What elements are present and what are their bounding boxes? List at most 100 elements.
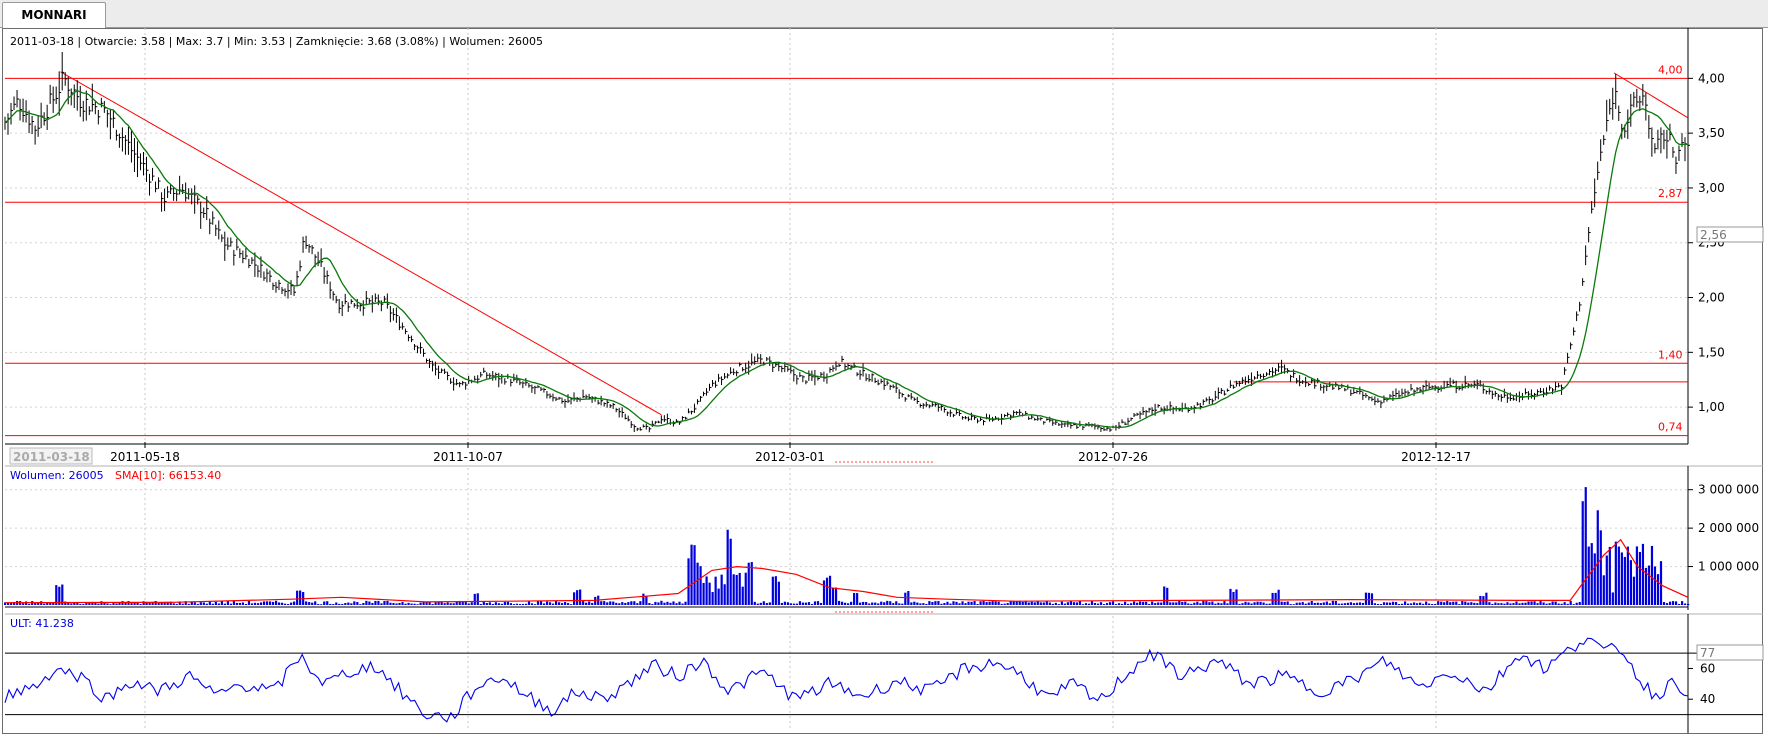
volume-bar <box>681 603 684 605</box>
volume-bar <box>1473 602 1476 605</box>
price-bar <box>802 375 805 383</box>
volume-bar <box>1280 601 1283 605</box>
volume-bar <box>1578 602 1581 605</box>
price-bar <box>663 415 667 423</box>
price-bar <box>633 424 637 432</box>
price-bar <box>79 85 83 117</box>
price-bar <box>964 416 968 420</box>
price-bar <box>1555 381 1558 391</box>
volume-bar <box>226 601 229 605</box>
price-bar <box>1217 387 1221 400</box>
stock-chart[interactable]: 2011-03-18 | Otwarcie: 3.58 | Max: 3.7 |… <box>0 0 1768 737</box>
price-bar <box>1124 421 1127 426</box>
price-bar <box>233 249 236 266</box>
price-bar <box>1603 135 1606 145</box>
volume-bar <box>768 602 771 605</box>
price-bar <box>537 385 540 389</box>
volume-bar <box>913 601 916 605</box>
price-bar <box>597 399 601 405</box>
volume-bar <box>121 601 124 605</box>
price-bar <box>1392 390 1395 402</box>
price-bar <box>1672 146 1675 158</box>
price-bar <box>88 106 92 116</box>
price-bar <box>347 302 351 312</box>
volume-bar <box>43 603 46 605</box>
price-bar <box>215 224 218 236</box>
volume-bar <box>1328 603 1331 605</box>
price-bar <box>1627 109 1630 139</box>
volume-bar <box>311 602 314 605</box>
price-bar <box>1633 91 1636 108</box>
volume-bar <box>1160 602 1163 605</box>
price-bar <box>709 383 712 391</box>
volume-bar <box>1608 546 1611 605</box>
price-bar <box>958 410 962 417</box>
price-bar <box>787 366 790 372</box>
volume-bar <box>1256 601 1259 605</box>
price-bar <box>1344 387 1347 392</box>
volume-bar <box>1202 600 1205 605</box>
price-bar <box>639 427 643 431</box>
volume-bar <box>1030 601 1033 605</box>
volume-bar <box>1259 601 1262 605</box>
price-bar <box>733 368 736 376</box>
price-bar <box>142 151 146 176</box>
volume-bar <box>277 602 281 605</box>
price-bar <box>299 260 303 272</box>
volume-bar <box>1503 603 1506 605</box>
level-label-1: 2,87 <box>1658 187 1683 200</box>
price-bar <box>185 182 188 202</box>
volume-bar <box>579 589 582 605</box>
price-bar <box>1422 384 1426 395</box>
volume-bar <box>765 602 768 605</box>
price-bar <box>1308 382 1311 387</box>
price-bar <box>1482 383 1486 394</box>
price-bar <box>1542 388 1546 398</box>
volume-bar <box>1385 602 1389 605</box>
price-bar <box>329 281 333 299</box>
volume-bar <box>235 602 239 605</box>
volume-bar <box>576 590 579 605</box>
volume-bar <box>130 603 133 605</box>
price-bar <box>1299 375 1302 387</box>
volume-bar <box>1605 555 1608 605</box>
volume-bar <box>1464 601 1467 605</box>
price-bar <box>1687 131 1690 156</box>
price-bar <box>218 220 221 240</box>
price-bar <box>474 375 477 381</box>
volume-bar <box>1319 603 1322 605</box>
price-bar <box>874 377 878 384</box>
volume-bar <box>1334 600 1337 605</box>
price-bar <box>52 86 56 113</box>
price-bar <box>1377 398 1380 403</box>
volume-bar <box>1677 603 1681 605</box>
price-bar <box>721 376 724 386</box>
price-bar <box>1103 426 1106 431</box>
volume-bar <box>1142 601 1145 605</box>
price-bar <box>814 369 817 386</box>
volume-bar <box>1400 603 1404 605</box>
price-bar <box>715 380 718 388</box>
volume-bar <box>1668 601 1672 605</box>
volume-bar <box>847 603 850 605</box>
volume-bar <box>320 604 323 605</box>
volume-bar <box>648 603 651 605</box>
volume-bar <box>1151 601 1154 605</box>
price-bar <box>1067 420 1070 428</box>
price-bar <box>564 399 567 408</box>
volume-bar <box>533 604 537 605</box>
price-bar <box>130 129 134 163</box>
price-bar <box>805 380 808 385</box>
volume-bar <box>1410 603 1413 605</box>
volume-bar <box>341 603 344 605</box>
volume-bar <box>690 544 693 605</box>
volume-bar <box>952 601 955 605</box>
volume-bar <box>1647 565 1651 605</box>
volume-bar <box>262 601 266 605</box>
volume-bar <box>1072 602 1076 605</box>
volume-bar <box>1379 604 1383 605</box>
price-bar <box>1476 379 1480 390</box>
price-bar <box>338 298 342 314</box>
price-bar <box>136 141 140 178</box>
price-bar <box>139 153 143 171</box>
